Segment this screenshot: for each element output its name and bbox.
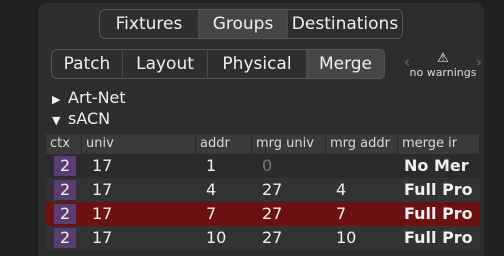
column-header-mrg-univ[interactable]: mrg univ: [252, 134, 326, 154]
ctx-badge: 2: [54, 156, 77, 176]
table-row[interactable]: 2 17 1 0 No Mer: [46, 154, 480, 178]
addr-cell: 10: [206, 228, 227, 247]
univ-cell: 17: [92, 180, 113, 199]
warnings-indicator[interactable]: ⚠ no warnings: [404, 51, 482, 80]
tab-layout[interactable]: Layout: [123, 50, 208, 78]
mrg-univ-cell: 27: [262, 180, 283, 199]
tree-item-art-net[interactable]: ▶ Art-Net: [52, 88, 126, 107]
tree-item-sacn[interactable]: ▼ sACN: [52, 109, 110, 128]
mrg-addr-cell: [326, 154, 398, 178]
univ-cell: 17: [92, 228, 113, 247]
tab-patch[interactable]: Patch: [52, 50, 123, 78]
column-header-univ[interactable]: univ: [82, 134, 196, 154]
mrg-univ-cell: 27: [262, 204, 283, 223]
disclosure-expanded-icon[interactable]: ▼: [52, 114, 68, 127]
column-header-addr[interactable]: addr: [196, 134, 252, 154]
warning-triangle-icon: ⚠: [437, 51, 449, 66]
univ-cell: 17: [92, 204, 113, 223]
ctx-badge: 2: [54, 204, 77, 224]
table-header: ctx univ addr mrg univ mrg addr merge ir: [46, 134, 480, 154]
tab-groups[interactable]: Groups: [199, 10, 288, 38]
column-header-mrg-addr[interactable]: mrg addr: [326, 134, 398, 154]
tab-destinations[interactable]: Destinations: [288, 10, 402, 38]
mrg-addr-cell: 4: [336, 180, 347, 199]
ctx-cell: 2: [46, 202, 82, 226]
tab-merge[interactable]: Merge: [307, 50, 384, 78]
addr-cell: 4: [206, 180, 217, 199]
merge-cell: Full Pro: [404, 228, 473, 247]
app-window: Fixtures Groups Destinations Patch Layou…: [0, 0, 504, 256]
ctx-cell: 2: [46, 154, 82, 178]
merge-table: ctx univ addr mrg univ mrg addr merge ir…: [46, 134, 480, 250]
univ-cell: 17: [92, 156, 113, 175]
mrg-addr-cell: 10: [336, 228, 357, 247]
ctx-badge: 2: [54, 228, 77, 248]
ctx-badge: 2: [54, 180, 77, 200]
tree-item-label: sACN: [68, 109, 111, 128]
mrg-univ-cell: 27: [262, 228, 283, 247]
ctx-cell: 2: [46, 226, 82, 250]
mrg-univ-cell: 0: [262, 156, 273, 175]
addr-cell: 7: [206, 204, 217, 223]
column-header-ctx[interactable]: ctx: [46, 134, 82, 154]
merge-cell: Full Pro: [404, 180, 473, 199]
ctx-cell: 2: [46, 178, 82, 202]
top-tab-bar: Fixtures Groups Destinations: [99, 9, 403, 39]
tab-physical[interactable]: Physical: [208, 50, 307, 78]
addr-cell: 1: [206, 156, 217, 175]
merge-cell: No Mer: [404, 156, 469, 175]
merge-cell: Full Pro: [404, 204, 473, 223]
column-header-merge[interactable]: merge ir: [398, 134, 480, 154]
disclosure-collapsed-icon[interactable]: ▶: [52, 93, 68, 106]
table-row[interactable]: 2 17 10 27 10 Full Pro: [46, 226, 480, 250]
tree-item-label: Art-Net: [68, 88, 126, 107]
table-row-selected[interactable]: 2 17 7 27 7 Full Pro: [46, 202, 480, 226]
mrg-addr-cell: 7: [336, 204, 347, 223]
table-row[interactable]: 2 17 4 27 4 Full Pro: [46, 178, 480, 202]
sub-tab-bar: Patch Layout Physical Merge: [51, 49, 385, 79]
warnings-text: no warnings: [409, 66, 477, 79]
tab-fixtures[interactable]: Fixtures: [100, 10, 199, 38]
